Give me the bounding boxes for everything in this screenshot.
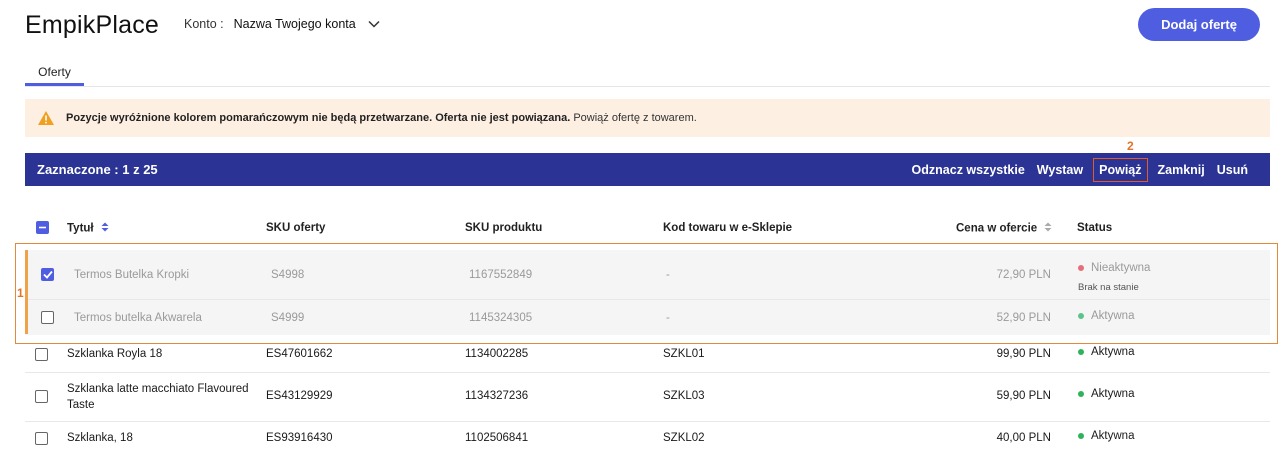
row-checkbox[interactable]	[35, 432, 48, 448]
close-button[interactable]: Zamknij	[1152, 163, 1211, 177]
selection-actions: Odznacz wszystkie Wystaw Powiąż Zamknij …	[906, 157, 1254, 182]
publish-button[interactable]: Wystaw	[1031, 163, 1089, 177]
account-value[interactable]: Nazwa Twojego konta	[234, 17, 356, 31]
cell-title: Termos Butelka Kropki	[74, 269, 190, 281]
status-label: Aktywna	[1091, 346, 1135, 358]
add-offer-button[interactable]: Dodaj ofertę	[1138, 8, 1260, 41]
status-dot-icon	[1078, 312, 1084, 319]
deselect-all-button[interactable]: Odznacz wszystkie	[906, 163, 1031, 177]
checkbox-icon[interactable]	[35, 390, 48, 403]
cell-title: Termos butelka Akwarela	[74, 312, 202, 324]
cell-price: 99,90 PLN	[996, 348, 1051, 360]
cell-title: Szklanka latte macchiato Flavoured Taste	[67, 381, 249, 413]
cell-title: Szklanka Royla 18	[67, 348, 163, 360]
annotation-marker-2: 2	[1127, 139, 1134, 153]
warning-icon	[37, 110, 55, 126]
status-dot-icon	[1078, 390, 1084, 397]
row-checkbox[interactable]	[41, 311, 54, 327]
cell-sku-offer: S4998	[271, 269, 305, 281]
selection-bar: Zaznaczone : 1 z 25 Odznacz wszystkie Wy…	[25, 153, 1270, 186]
cell-sku-offer: ES93916430	[266, 432, 333, 444]
row-checkbox[interactable]	[35, 348, 48, 364]
cell-price: 59,90 PLN	[996, 390, 1051, 402]
cell-shop-code: -	[666, 312, 670, 324]
status-label: Nieaktywna	[1091, 262, 1151, 274]
table-row[interactable]: Szklanka, 18 ES93916430 1102506841 SZKL0…	[25, 422, 1270, 454]
column-header-status: Status	[1077, 222, 1113, 234]
column-header-title[interactable]: Tytuł	[67, 222, 109, 235]
column-title-label: Tytuł	[67, 222, 94, 235]
row-checkbox[interactable]	[35, 390, 48, 406]
tabs-divider	[25, 86, 1270, 87]
status-dot-icon	[1078, 264, 1084, 271]
tab-offers[interactable]: Oferty	[25, 65, 84, 79]
checkbox-icon[interactable]	[41, 311, 54, 324]
cell-sku-product: 1134327236	[465, 390, 529, 402]
cell-sku-product: 1145324305	[469, 312, 533, 324]
table-header: Tytuł SKU oferty SKU produktu Kod towaru…	[25, 214, 1270, 242]
select-all-checkbox[interactable]	[36, 221, 49, 235]
checkbox-icon[interactable]	[35, 432, 48, 445]
status-label: Aktywna	[1091, 430, 1135, 442]
status-dot-icon	[1078, 348, 1084, 355]
account-selector[interactable]: Konto : Nazwa Twojego konta	[184, 17, 380, 31]
link-button[interactable]: Powiąż	[1093, 157, 1148, 182]
sort-icon[interactable]	[1044, 222, 1052, 235]
cell-title-line: Taste	[67, 399, 95, 411]
cell-sku-offer: ES47601662	[266, 348, 333, 360]
column-header-price[interactable]: Cena w ofercie	[956, 222, 1052, 235]
cell-sku-product: 1102506841	[465, 432, 529, 444]
cell-title: Szklanka, 18	[67, 432, 133, 444]
checkbox-icon[interactable]	[36, 221, 49, 234]
cell-price: 52,90 PLN	[996, 312, 1051, 324]
account-label: Konto :	[184, 17, 224, 31]
column-header-sku-product: SKU produktu	[465, 222, 543, 234]
cell-shop-code: SZKL03	[663, 390, 705, 402]
delete-button[interactable]: Usuń	[1211, 163, 1254, 177]
cell-status: Aktywna	[1078, 346, 1134, 358]
cell-status: Aktywna	[1078, 310, 1134, 322]
warning-bold-text: Pozycje wyróżnione kolorem pomarańczowym…	[66, 112, 571, 124]
logo[interactable]: EmpikPlace	[25, 11, 159, 40]
cell-shop-code: SZKL01	[663, 348, 705, 360]
checkbox-icon[interactable]	[41, 268, 54, 281]
highlight-bar	[25, 250, 28, 334]
checkbox-icon[interactable]	[35, 348, 48, 361]
cell-price: 40,00 PLN	[996, 432, 1051, 444]
cell-status: Aktywna	[1078, 388, 1134, 400]
annotation-marker-1: 1	[17, 286, 24, 300]
table-row[interactable]: Termos butelka Akwarela S4999 1145324305…	[25, 300, 1270, 335]
cell-title-line: Szklanka latte macchiato Flavoured	[67, 383, 249, 395]
column-header-shop-code: Kod towaru w e-Sklepie	[663, 222, 793, 234]
column-header-sku-offer: SKU oferty	[266, 222, 326, 234]
selection-count: Zaznaczone : 1 z 25	[37, 162, 158, 177]
sort-icon[interactable]	[101, 222, 109, 235]
column-price-label: Cena w ofercie	[956, 222, 1038, 235]
cell-sku-offer: ES43129929	[266, 390, 333, 402]
cell-status: Nieaktywna Brak na stanie	[1078, 262, 1150, 293]
cell-status: Aktywna	[1078, 430, 1134, 442]
table-row[interactable]: Termos Butelka Kropki S4998 1167552849 -…	[25, 250, 1270, 299]
cell-sku-product: 1167552849	[469, 269, 533, 281]
warning-banner: Pozycje wyróżnione kolorem pomarańczowym…	[25, 99, 1270, 137]
cell-sku-offer: S4999	[271, 312, 305, 324]
status-dot-icon	[1078, 432, 1084, 439]
chevron-down-icon[interactable]	[368, 20, 380, 28]
row-checkbox[interactable]	[41, 268, 54, 282]
cell-sku-product: 1134002285	[465, 348, 529, 360]
status-label: Aktywna	[1091, 310, 1135, 322]
cell-shop-code: SZKL02	[663, 432, 705, 444]
warning-text: Powiąż ofertę z towarem.	[573, 112, 697, 124]
status-sublabel: Brak na stanie	[1078, 282, 1139, 293]
table-row[interactable]: Szklanka latte macchiato Flavoured Taste…	[25, 373, 1270, 421]
status-label: Aktywna	[1091, 388, 1135, 400]
table-row[interactable]: Szklanka Royla 18 ES47601662 1134002285 …	[25, 343, 1270, 372]
cell-price: 72,90 PLN	[996, 269, 1051, 281]
cell-shop-code: -	[666, 269, 670, 281]
